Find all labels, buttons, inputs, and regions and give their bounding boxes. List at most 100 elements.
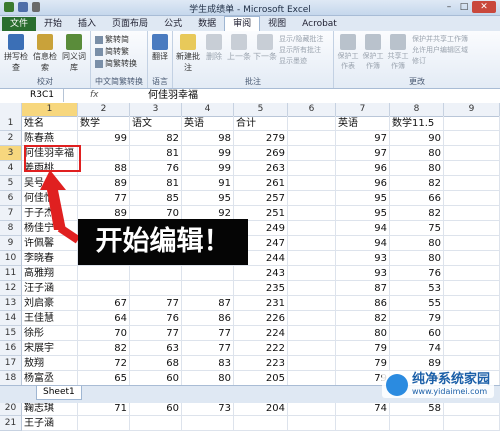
column-header[interactable]: 5 [234, 103, 288, 116]
cell[interactable] [288, 176, 336, 191]
cell[interactable] [444, 146, 500, 161]
cell[interactable] [288, 371, 336, 386]
cell[interactable]: 李晓春 [22, 251, 78, 266]
cell[interactable]: 89 [390, 356, 444, 371]
cell[interactable]: 何佳怡 [22, 191, 78, 206]
cell[interactable]: 95 [336, 206, 390, 221]
cell[interactable]: 合计 [234, 116, 288, 131]
cell[interactable] [444, 401, 500, 416]
cell[interactable]: 99 [78, 131, 130, 146]
cell[interactable]: 82 [336, 311, 390, 326]
cell[interactable] [444, 326, 500, 341]
row-header[interactable]: 2 [0, 131, 22, 146]
row-header[interactable]: 11 [0, 266, 22, 281]
cell[interactable] [78, 146, 130, 161]
previous-comment-button[interactable]: 上一条 [226, 34, 252, 62]
cell[interactable] [288, 416, 336, 431]
cell[interactable]: 82 [390, 176, 444, 191]
cell[interactable]: 汪子涵 [22, 281, 78, 296]
cell[interactable]: 79 [336, 341, 390, 356]
cell[interactable] [130, 281, 182, 296]
cell[interactable]: 王佳慧 [22, 311, 78, 326]
new-comment-button[interactable]: 新建批注 [175, 34, 201, 73]
cell[interactable]: 72 [78, 356, 130, 371]
cell[interactable] [288, 161, 336, 176]
cell[interactable] [288, 356, 336, 371]
row-header[interactable]: 12 [0, 281, 22, 296]
cell[interactable]: 58 [390, 401, 444, 416]
cell[interactable]: 77 [78, 191, 130, 206]
cell[interactable]: 于子杰 [22, 206, 78, 221]
cell[interactable] [444, 281, 500, 296]
delete-comment-button[interactable]: 删除 [203, 34, 225, 62]
translate-button[interactable]: 翻译 [150, 34, 170, 62]
cell[interactable]: 279 [234, 131, 288, 146]
row-header[interactable]: 18 [0, 371, 22, 386]
cell[interactable]: 91 [182, 176, 234, 191]
cell[interactable] [288, 266, 336, 281]
thesaurus-button[interactable]: 同义词库 [60, 34, 88, 73]
cell[interactable]: 80 [182, 371, 234, 386]
cell[interactable]: 87 [182, 296, 234, 311]
column-header[interactable]: 6 [288, 103, 336, 116]
cell[interactable]: 81 [130, 176, 182, 191]
cell[interactable]: 269 [234, 146, 288, 161]
cell[interactable]: 90 [390, 131, 444, 146]
cell[interactable]: 93 [336, 266, 390, 281]
select-all-corner[interactable] [0, 103, 22, 116]
row-header[interactable]: 20 [0, 401, 22, 416]
cell[interactable] [288, 311, 336, 326]
cell[interactable]: 80 [390, 251, 444, 266]
cell[interactable]: 60 [130, 371, 182, 386]
cell[interactable]: 79 [336, 356, 390, 371]
cell[interactable]: 75 [390, 221, 444, 236]
cell[interactable]: 99 [182, 161, 234, 176]
fx-icon[interactable]: fx [90, 89, 99, 102]
cell[interactable]: 70 [78, 326, 130, 341]
cell[interactable] [288, 116, 336, 131]
column-header[interactable]: 1 [22, 103, 78, 116]
cell[interactable] [444, 116, 500, 131]
tab-home[interactable]: 开始 [36, 17, 70, 31]
cell[interactable] [444, 191, 500, 206]
next-comment-button[interactable]: 下一条 [252, 34, 278, 62]
research-button[interactable]: 信息检索 [31, 34, 59, 73]
column-header[interactable]: 7 [336, 103, 390, 116]
cell[interactable]: 英语 [336, 116, 390, 131]
column-header[interactable]: 4 [182, 103, 234, 116]
cell[interactable]: 80 [390, 236, 444, 251]
cell[interactable]: 243 [234, 266, 288, 281]
row-header[interactable]: 15 [0, 326, 22, 341]
cell[interactable]: 杨佳宁 [22, 221, 78, 236]
cell[interactable]: 55 [390, 296, 444, 311]
cell[interactable]: 高雅翔 [22, 266, 78, 281]
row-header[interactable]: 13 [0, 296, 22, 311]
cell[interactable]: 83 [182, 356, 234, 371]
cell[interactable] [130, 266, 182, 281]
cell[interactable] [444, 131, 500, 146]
cell[interactable]: 许佩馨 [22, 236, 78, 251]
cell[interactable]: 60 [130, 401, 182, 416]
row-header[interactable]: 6 [0, 191, 22, 206]
cell[interactable]: 66 [390, 191, 444, 206]
cell[interactable]: 204 [234, 401, 288, 416]
maximize-button[interactable]: □ [457, 1, 471, 13]
cell[interactable] [288, 236, 336, 251]
tab-page-layout[interactable]: 页面布局 [104, 17, 156, 31]
cell[interactable]: 77 [130, 326, 182, 341]
cell[interactable] [288, 401, 336, 416]
cell[interactable] [288, 296, 336, 311]
show-hide-comment-button[interactable]: 显示/隐藏批注 [279, 34, 323, 44]
cell[interactable] [182, 416, 234, 431]
cell[interactable] [288, 221, 336, 236]
row-header[interactable]: 7 [0, 206, 22, 221]
cell[interactable]: 261 [234, 176, 288, 191]
cell[interactable] [78, 266, 130, 281]
cell[interactable]: 77 [182, 341, 234, 356]
cell[interactable]: 85 [130, 191, 182, 206]
cell[interactable]: 224 [234, 326, 288, 341]
sheet-tab[interactable]: Sheet1 [36, 386, 82, 400]
cell[interactable]: 王子涵 [22, 416, 78, 431]
protect-share-button[interactable]: 保护并共享工作簿 [412, 34, 468, 44]
cell[interactable]: 96 [336, 161, 390, 176]
